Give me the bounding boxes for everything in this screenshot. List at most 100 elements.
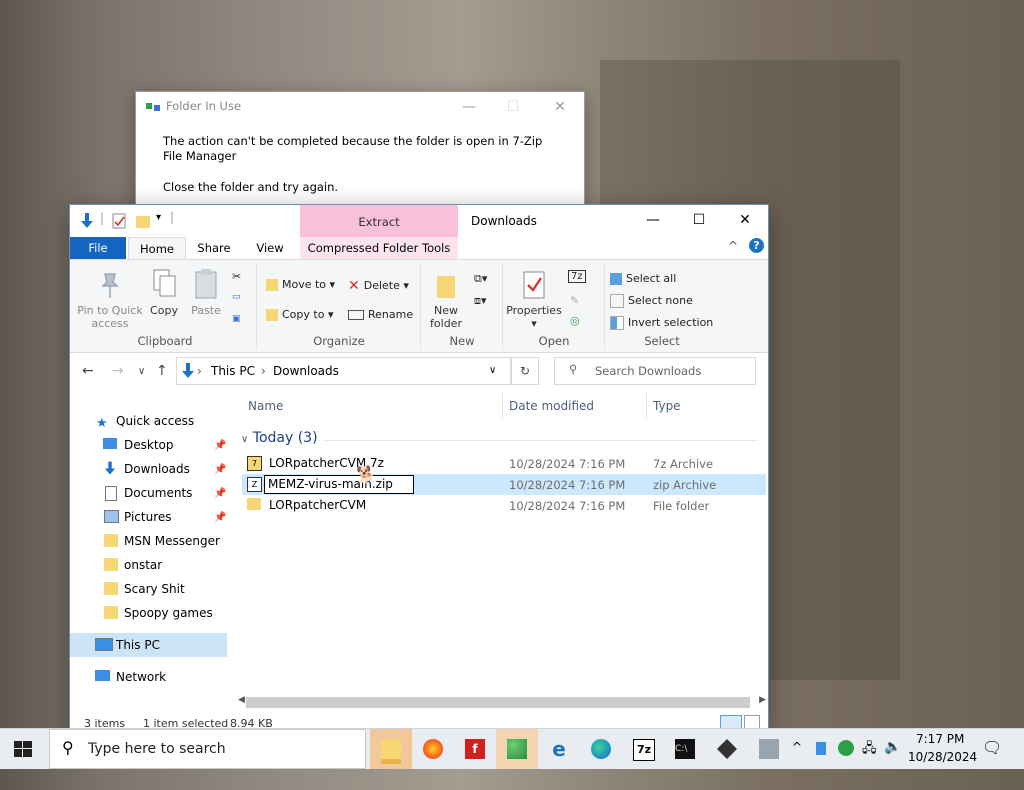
group-header-today[interactable]: ∨ Today (3) bbox=[241, 430, 318, 446]
copy-button[interactable]: Copy bbox=[144, 268, 184, 317]
sidebar-item-documents[interactable]: Documents 📌 bbox=[70, 481, 227, 505]
command-prompt-icon: C:\ bbox=[675, 739, 695, 759]
sidebar-item-this-pc[interactable]: This PC bbox=[70, 633, 227, 657]
file-row[interactable]: LORpatcherCVM 10/28/2024 7:16 PM File fo… bbox=[242, 495, 766, 516]
taskbar-app-dark[interactable] bbox=[706, 729, 748, 769]
refresh-button[interactable]: ↻ bbox=[511, 357, 539, 385]
taskbar-command-prompt[interactable]: C:\ bbox=[664, 729, 706, 769]
sidebar-item-onstar[interactable]: onstar bbox=[70, 553, 227, 577]
crumb-this-pc[interactable]: This PC bbox=[211, 364, 255, 378]
sidebar-item-msn-messenger[interactable]: MSN Messenger bbox=[70, 529, 227, 553]
crumb-downloads[interactable]: Downloads bbox=[273, 364, 339, 378]
notifications-icon[interactable]: 🗨 bbox=[982, 738, 1002, 778]
copy-path-icon[interactable]: ▭ bbox=[232, 292, 241, 302]
minimize-button[interactable]: — bbox=[630, 205, 676, 235]
horizontal-scrollbar[interactable]: ◀ ▶ bbox=[238, 695, 766, 711]
sidebar-item-scary-shit[interactable]: Scary Shit bbox=[70, 577, 227, 601]
properties-icon[interactable] bbox=[112, 213, 126, 229]
extract-context-tab[interactable]: Extract bbox=[300, 205, 458, 237]
sidebar-quick-access[interactable]: ★ Quick access bbox=[70, 409, 227, 433]
search-box[interactable]: ⚲ Search Downloads bbox=[554, 357, 756, 385]
maximize-button[interactable]: ☐ bbox=[676, 205, 722, 235]
rename-input[interactable]: MEMZ-virus-main.zip bbox=[264, 475, 414, 494]
file-explorer-icon bbox=[381, 739, 401, 764]
windows-start-icon[interactable] bbox=[14, 741, 32, 757]
collapse-ribbon-icon[interactable]: ^ bbox=[728, 239, 738, 253]
tab-compressed-folder-tools[interactable]: Compressed Folder Tools bbox=[300, 237, 458, 259]
window-title: Downloads bbox=[471, 214, 537, 228]
sidebar-item-spoopy-games[interactable]: Spoopy games bbox=[70, 601, 227, 625]
rename-button[interactable]: Rename bbox=[348, 308, 413, 321]
up-button[interactable]: ↑ bbox=[156, 363, 168, 379]
down-arrow-icon[interactable] bbox=[80, 213, 94, 229]
dialog-titlebar[interactable]: Folder In Use — ☐ ✕ bbox=[136, 92, 584, 122]
taskbar-file-explorer[interactable] bbox=[370, 729, 412, 769]
history-icon[interactable]: ◎ bbox=[570, 314, 580, 327]
pinned-icon: 📌 bbox=[214, 512, 227, 523]
easy-access-icon[interactable]: ⧈▾ bbox=[474, 294, 487, 308]
tab-home[interactable]: Home bbox=[128, 237, 186, 259]
sidebar-item-pictures[interactable]: Pictures 📌 bbox=[70, 505, 227, 529]
new-label: New bbox=[449, 334, 475, 348]
help-icon[interactable]: ? bbox=[749, 238, 764, 253]
tab-view[interactable]: View bbox=[244, 237, 296, 259]
close-button[interactable]: ✕ bbox=[722, 205, 768, 235]
sidebar-item-desktop[interactable]: Desktop 📌 bbox=[70, 433, 227, 457]
scroll-right-icon[interactable]: ▶ bbox=[759, 695, 766, 705]
ribbon: Pin to Quick access Copy Paste ✂ ▭ ▣ Cli… bbox=[70, 259, 768, 353]
new-item-icon[interactable]: ⧉▾ bbox=[474, 272, 487, 286]
back-button[interactable]: ← bbox=[82, 363, 94, 379]
taskbar-firefox[interactable] bbox=[412, 729, 454, 769]
select-none-button[interactable]: Select none bbox=[610, 294, 693, 308]
taskbar-flash[interactable]: f bbox=[454, 729, 496, 769]
taskbar-internet-explorer[interactable]: e bbox=[538, 729, 580, 769]
address-bar[interactable]: › This PC › Downloads ∨ bbox=[176, 357, 511, 385]
open-label: Open bbox=[538, 334, 570, 348]
dialog-minimize-button[interactable]: — bbox=[454, 96, 484, 118]
sidebar-item-network[interactable]: Network bbox=[70, 665, 227, 689]
taskbar-edge[interactable] bbox=[580, 729, 622, 769]
network-status-icon[interactable]: 🖧 bbox=[862, 739, 877, 779]
file-row-selected[interactable]: Z MEMZ-virus-main.zip 10/28/2024 7:16 PM… bbox=[242, 474, 766, 495]
new-folder-icon[interactable] bbox=[136, 213, 150, 229]
7zip-open-icon[interactable]: 7z bbox=[568, 270, 586, 283]
forward-button[interactable]: → bbox=[112, 363, 124, 379]
edit-icon[interactable]: ✎ bbox=[570, 294, 579, 307]
taskbar-app-network[interactable] bbox=[748, 729, 790, 769]
tab-share[interactable]: Share bbox=[188, 237, 240, 259]
properties-button[interactable]: Properties ▾ bbox=[504, 270, 564, 330]
move-to-button[interactable]: Move to ▾ bbox=[266, 278, 335, 291]
tray-device-icon[interactable] bbox=[816, 742, 826, 755]
invert-selection-button[interactable]: Invert selection bbox=[610, 316, 713, 330]
tray-messenger-icon[interactable] bbox=[838, 740, 854, 756]
delete-button[interactable]: ✕ Delete ▾ bbox=[348, 278, 409, 294]
paste-button[interactable]: Paste bbox=[186, 268, 226, 317]
folder-move-icon bbox=[146, 103, 160, 111]
sidebar-item-downloads[interactable]: Downloads 📌 bbox=[70, 457, 227, 481]
new-folder-button[interactable]: New folder bbox=[424, 272, 468, 330]
scrollbar-thumb[interactable] bbox=[246, 697, 750, 708]
column-header-name[interactable]: Name bbox=[248, 399, 283, 413]
paste-shortcut-icon[interactable]: ▣ bbox=[232, 314, 241, 324]
clock-date[interactable]: 10/28/2024 bbox=[908, 750, 977, 790]
taskbar-search-box[interactable]: ⚲ Type here to search bbox=[49, 729, 366, 769]
copy-to-button[interactable]: Copy to ▾ bbox=[266, 308, 333, 321]
select-group: Select all Select none Invert selection … bbox=[606, 264, 718, 350]
cut-icon[interactable]: ✂ bbox=[232, 270, 241, 283]
tab-file[interactable]: File bbox=[70, 237, 126, 259]
select-all-button[interactable]: Select all bbox=[610, 272, 676, 285]
taskbar-msn-messenger[interactable] bbox=[496, 729, 538, 769]
folder-icon bbox=[104, 606, 118, 619]
recent-locations-icon[interactable]: ∨ bbox=[138, 366, 145, 377]
column-header-type[interactable]: Type bbox=[653, 399, 681, 413]
taskbar-7zip[interactable]: 7z bbox=[622, 729, 664, 769]
qat-dropdown-icon[interactable]: ▾ bbox=[156, 212, 161, 223]
volume-icon[interactable]: 🔈 bbox=[884, 739, 901, 779]
show-hidden-icons-icon[interactable]: ^ bbox=[792, 740, 802, 780]
dialog-close-button[interactable]: ✕ bbox=[545, 96, 575, 118]
pin-to-quick-access-button[interactable]: Pin to Quick access bbox=[74, 272, 146, 330]
address-dropdown-icon[interactable]: ∨ bbox=[489, 365, 496, 376]
column-header-date[interactable]: Date modified bbox=[509, 399, 594, 413]
file-row[interactable]: 7 LORpatcherCVM.7z 10/28/2024 7:16 PM 7z… bbox=[242, 453, 766, 474]
scroll-left-icon[interactable]: ◀ bbox=[238, 695, 245, 705]
